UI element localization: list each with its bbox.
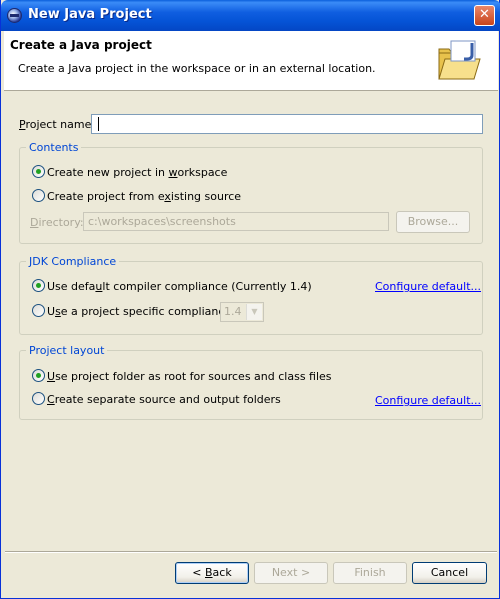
create-new-label[interactable]: Create new project in workspace xyxy=(47,166,227,179)
specific-compliance-radio[interactable] xyxy=(32,304,45,317)
create-from-existing-radio[interactable] xyxy=(32,189,45,202)
folder-as-root-label[interactable]: Use project folder as root for sources a… xyxy=(47,370,332,383)
chevron-down-icon: ▼ xyxy=(246,304,262,320)
browse-button[interactable]: Browse... xyxy=(396,211,470,233)
finish-button[interactable]: Finish xyxy=(333,562,407,584)
project-layout-legend: Project layout xyxy=(26,344,108,357)
text-caret xyxy=(98,117,99,131)
jdk-compliance-group: JDK Compliance Use default compiler comp… xyxy=(19,255,483,335)
close-button[interactable]: ✕ xyxy=(474,5,495,26)
separate-folders-label[interactable]: Create separate source and output folder… xyxy=(47,393,281,406)
eclipse-icon xyxy=(7,8,22,23)
specific-compliance-label[interactable]: Use a project specific compliance: xyxy=(47,305,235,318)
new-java-project-dialog: New Java Project ✕ Create a Java project… xyxy=(0,0,500,599)
title-bar[interactable]: New Java Project ✕ xyxy=(1,0,500,31)
compliance-version-value: 1.4 xyxy=(224,305,242,318)
window-title: New Java Project xyxy=(28,7,152,22)
cancel-button[interactable]: Cancel xyxy=(412,562,487,584)
project-layout-group: Project layout Use project folder as roo… xyxy=(19,344,483,420)
back-button[interactable]: < Back xyxy=(175,562,249,584)
project-name-label: Project name: xyxy=(19,118,96,131)
project-name-input[interactable] xyxy=(91,114,483,134)
jdk-configure-default-link[interactable]: Configure default... xyxy=(375,280,481,293)
default-compliance-label[interactable]: Use default compiler compliance (Current… xyxy=(47,280,312,293)
wizard-header: Create a Java project Create a Java proj… xyxy=(4,31,498,91)
folder-as-root-radio[interactable] xyxy=(32,369,45,382)
directory-input[interactable]: c:\workspaces\screenshots xyxy=(83,212,389,231)
java-folder-wizard-icon xyxy=(438,40,481,80)
footer-separator xyxy=(5,551,497,553)
default-compliance-radio[interactable] xyxy=(32,279,45,292)
contents-legend: Contents xyxy=(26,141,82,154)
next-button[interactable]: Next > xyxy=(254,562,328,584)
page-description: Create a Java project in the workspace o… xyxy=(18,62,376,75)
page-title: Create a Java project xyxy=(10,38,152,52)
compliance-version-select[interactable]: 1.4 ▼ xyxy=(220,302,264,322)
separate-folders-radio[interactable] xyxy=(32,392,45,405)
create-new-radio[interactable] xyxy=(32,165,45,178)
directory-label: Directory: xyxy=(30,216,84,229)
layout-configure-default-link[interactable]: Configure default... xyxy=(375,394,481,407)
create-from-existing-label[interactable]: Create project from existing source xyxy=(47,190,241,203)
jdk-compliance-legend: JDK Compliance xyxy=(26,255,120,268)
close-icon: ✕ xyxy=(479,7,490,22)
